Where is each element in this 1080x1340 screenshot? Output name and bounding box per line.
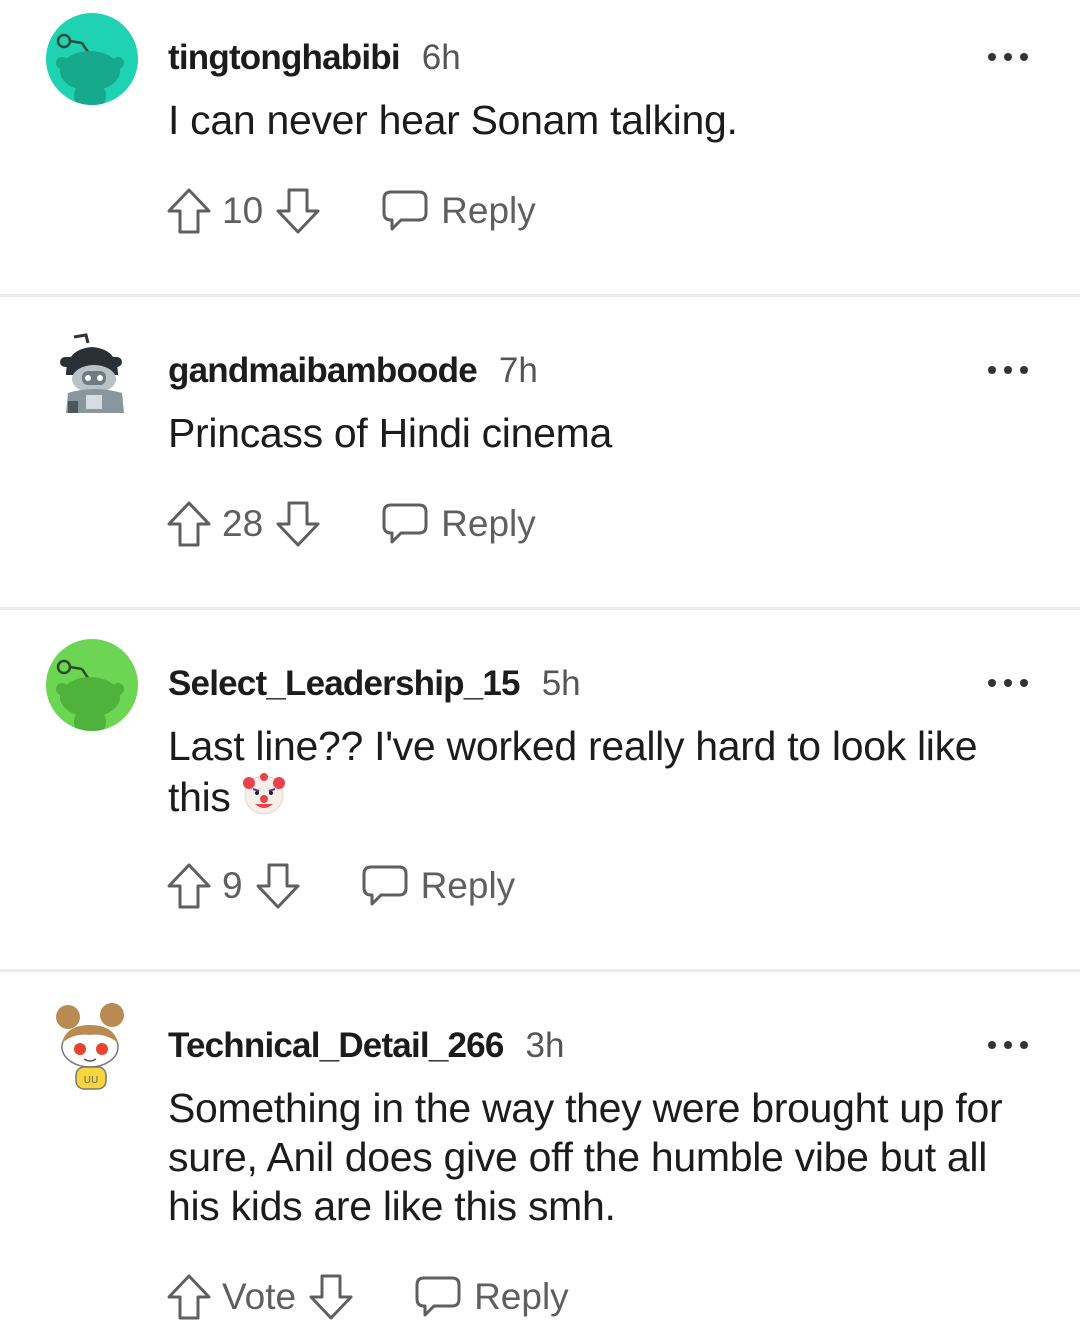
comment-text: Last line?? I've worked really hard to l… xyxy=(168,722,1028,828)
vote-count: 10 xyxy=(222,190,264,231)
vote-count: 28 xyxy=(222,503,264,544)
username[interactable]: Select_Leadership_15 5h xyxy=(168,664,581,704)
comment-divider xyxy=(0,969,1080,972)
upvote-arrow-icon xyxy=(167,188,211,234)
username-text[interactable]: Technical_Detail_266 xyxy=(168,1026,504,1065)
speech-bubble-icon xyxy=(415,1276,461,1317)
dot-icon xyxy=(1004,1041,1012,1049)
snoo-avatar-icon xyxy=(60,333,124,413)
speech-bubble-icon xyxy=(382,190,428,231)
user-avatar[interactable] xyxy=(46,13,138,105)
upvote-button[interactable] xyxy=(166,500,212,548)
user-avatar[interactable] xyxy=(46,327,138,419)
comment-timestamp: 5h xyxy=(541,664,581,703)
dot-icon xyxy=(988,366,996,374)
downvote-arrow-icon xyxy=(276,188,320,234)
snoo-avatar-icon xyxy=(56,659,124,731)
downvote-arrow-icon xyxy=(256,863,300,909)
reply-label: Reply xyxy=(474,1276,569,1317)
comment-timestamp: 6h xyxy=(421,38,461,77)
downvote-button[interactable] xyxy=(255,862,301,910)
comment-timestamp: 7h xyxy=(498,351,538,390)
reply-button[interactable]: Reply xyxy=(381,502,536,546)
username-text[interactable]: tingtonghabibi xyxy=(168,38,401,77)
username[interactable]: gandmaibamboode 7h xyxy=(168,351,538,391)
dot-icon xyxy=(1020,679,1028,687)
dot-icon xyxy=(1020,366,1028,374)
dot-icon xyxy=(988,53,996,61)
downvote-arrow-icon xyxy=(309,1274,353,1320)
upvote-arrow-icon xyxy=(167,863,211,909)
user-avatar[interactable] xyxy=(46,639,138,731)
downvote-arrow-icon xyxy=(276,501,320,547)
comment-actions: Vote Reply xyxy=(166,1271,569,1323)
svg-text:UU: UU xyxy=(84,1075,99,1086)
comment-actions: 9 Reply xyxy=(166,860,515,912)
reply-label: Reply xyxy=(420,865,516,906)
upvote-arrow-icon xyxy=(167,501,211,547)
upvote-button[interactable] xyxy=(166,187,212,235)
user-avatar[interactable]: UU xyxy=(46,1001,138,1093)
comment-timestamp: 3h xyxy=(525,1026,565,1065)
more-options-button[interactable] xyxy=(988,47,1028,67)
username[interactable]: tingtonghabibi 6h xyxy=(168,38,461,78)
username[interactable]: Technical_Detail_266 3h xyxy=(168,1026,564,1066)
dot-icon xyxy=(1004,366,1012,374)
reply-button[interactable]: Reply xyxy=(414,1275,569,1319)
speech-bubble-icon xyxy=(362,865,408,906)
more-options-button[interactable] xyxy=(988,1035,1028,1055)
upvote-arrow-icon xyxy=(167,1274,211,1320)
reply-button[interactable]: Reply xyxy=(361,864,516,908)
vote-count: 9 xyxy=(222,865,243,906)
comment-text: Princass of Hindi cinema xyxy=(168,410,612,456)
dot-icon xyxy=(1020,53,1028,61)
comment-divider xyxy=(0,294,1080,297)
downvote-button[interactable] xyxy=(275,500,321,548)
dot-icon xyxy=(1004,679,1012,687)
more-options-button[interactable] xyxy=(988,360,1028,380)
clown-face-icon xyxy=(241,771,287,828)
dot-icon xyxy=(1020,1041,1028,1049)
speech-bubble-icon xyxy=(382,503,428,544)
comment-actions: 28 Reply xyxy=(166,498,536,550)
username-text[interactable]: Select_Leadership_15 xyxy=(168,664,521,703)
comment-divider xyxy=(0,607,1080,610)
dot-icon xyxy=(988,679,996,687)
username-text[interactable]: gandmaibamboode xyxy=(168,351,478,390)
reply-label: Reply xyxy=(441,190,536,231)
vote-label: Vote xyxy=(222,1276,297,1317)
downvote-button[interactable] xyxy=(275,187,321,235)
downvote-button[interactable] xyxy=(308,1273,354,1321)
reply-button[interactable]: Reply xyxy=(381,189,536,233)
reply-label: Reply xyxy=(441,503,536,544)
more-options-button[interactable] xyxy=(988,673,1028,693)
dot-icon xyxy=(1004,53,1012,61)
snoo-avatar-icon: UU xyxy=(56,1003,124,1090)
upvote-button[interactable] xyxy=(166,1273,212,1321)
comment-text-content: Last line?? I've worked really hard to l… xyxy=(168,723,978,820)
comment-text: I can never hear Sonam talking. xyxy=(168,97,738,143)
comment-actions: 10 Reply xyxy=(166,185,536,237)
dot-icon xyxy=(988,1041,996,1049)
upvote-button[interactable] xyxy=(166,862,212,910)
comment-text: Something in the way they were brought u… xyxy=(168,1085,1003,1229)
snoo-avatar-icon xyxy=(56,33,124,105)
